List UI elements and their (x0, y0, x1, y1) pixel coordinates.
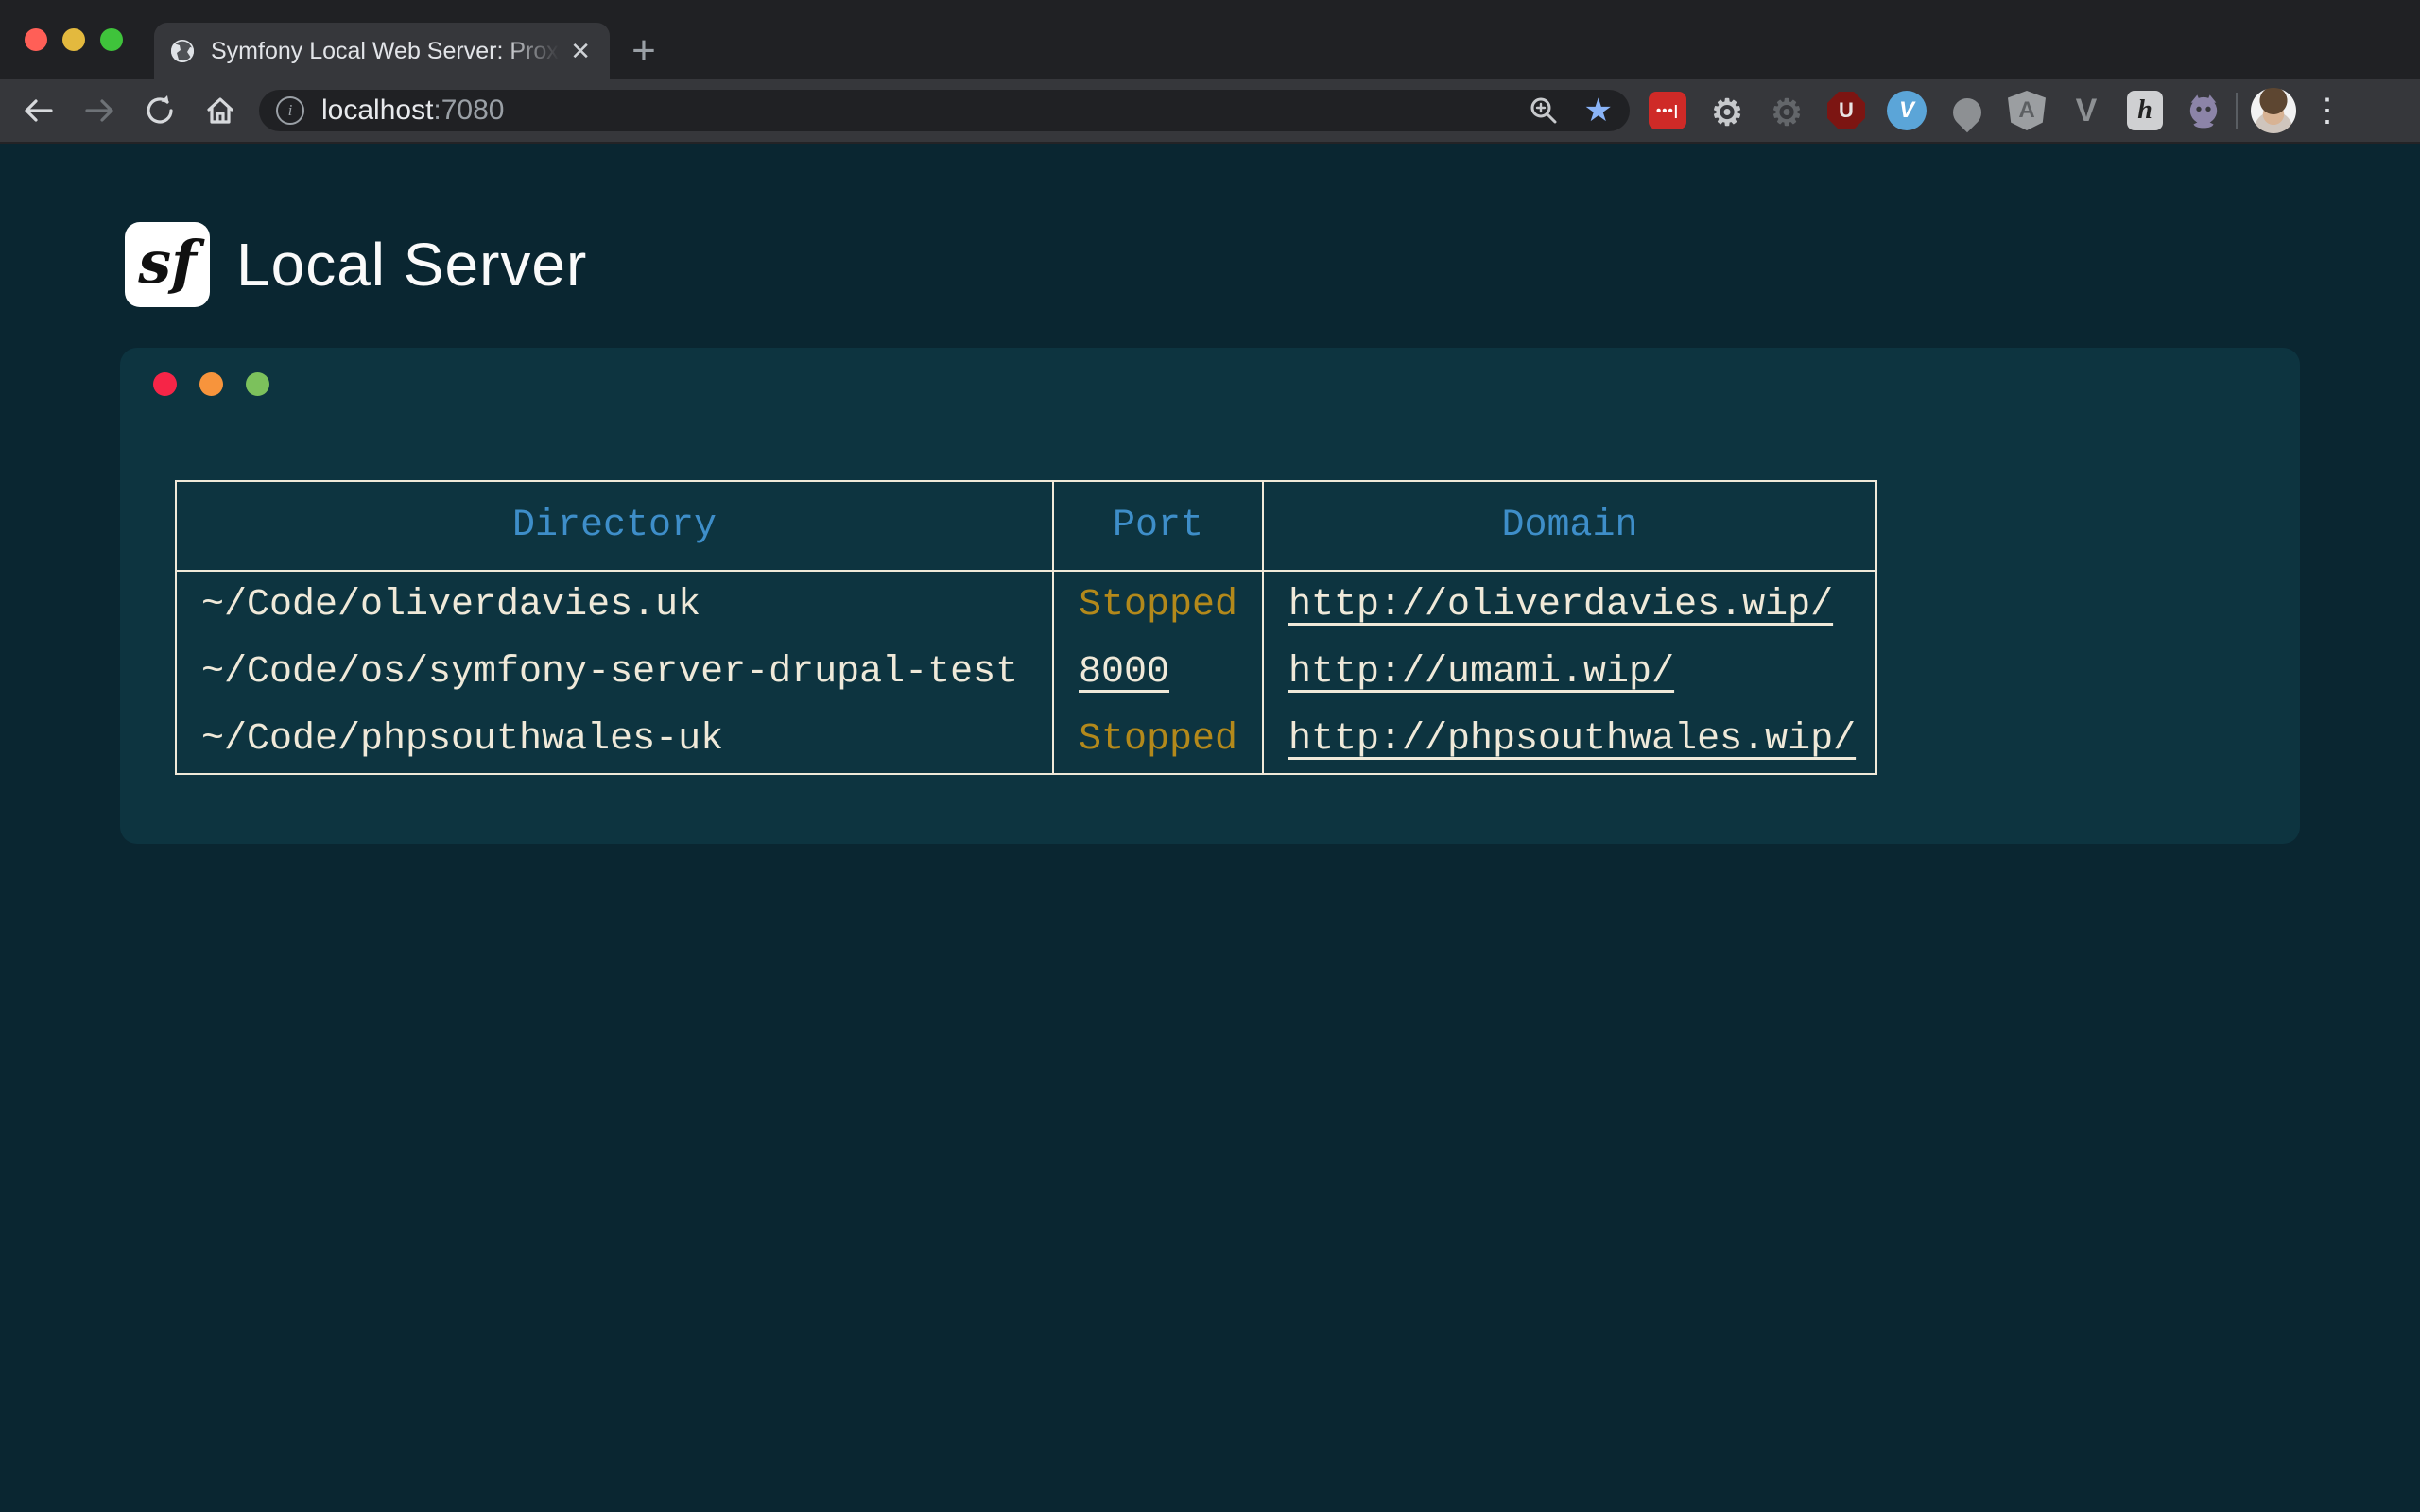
url-host: localhost (321, 94, 433, 126)
port-cell: Stopped (1053, 706, 1263, 774)
symfony-logo: sf (125, 222, 210, 307)
directory-cell: ~/Code/os/symfony-server-drupal-test (176, 639, 1053, 706)
gear-light-extension-icon[interactable]: ⚙ (1708, 92, 1746, 129)
home-button[interactable] (199, 89, 242, 132)
browser-toolbar: i localhost:7080 ★ •••| ⚙ ⚙ U V A V h (0, 79, 2420, 144)
terminal-dot-red (153, 372, 177, 396)
h-extension-icon[interactable]: h (2127, 91, 2163, 130)
reload-button[interactable] (138, 89, 182, 132)
port-cell: 8000 (1053, 639, 1263, 706)
vue-devtools-extension-icon[interactable]: V (2067, 92, 2105, 129)
url-port: :7080 (433, 94, 504, 126)
browser-window: Symfony Local Web Server: Prox ✕ + i loc… (0, 0, 2420, 1512)
domain-cell: http://umami.wip/ (1263, 639, 1876, 706)
octocat-icon (2185, 92, 2222, 129)
gear-dark-extension-icon[interactable]: ⚙ (1768, 92, 1806, 129)
new-tab-button[interactable]: + (619, 26, 668, 76)
forward-button[interactable] (78, 89, 121, 132)
domain-cell: http://phpsouthwales.wip/ (1263, 706, 1876, 774)
maximize-window-button[interactable] (100, 28, 123, 51)
password-manager-extension-icon[interactable]: •••| (1649, 92, 1686, 129)
domain-link[interactable]: http://umami.wip/ (1288, 651, 1674, 694)
close-window-button[interactable] (25, 28, 47, 51)
table-header-row: Directory Port Domain (176, 481, 1876, 571)
table-row: ~/Code/phpsouthwales-uk Stopped http://p… (176, 706, 1876, 774)
directory-cell: ~/Code/oliverdavies.uk (176, 571, 1053, 639)
domain-cell: http://oliverdavies.wip/ (1263, 571, 1876, 639)
header-directory: Directory (176, 481, 1053, 571)
vimium-extension-icon[interactable]: V (1887, 91, 1927, 130)
port-cell: Stopped (1053, 571, 1263, 639)
port-link[interactable]: 8000 (1079, 651, 1169, 694)
github-extension-icon[interactable] (2185, 92, 2222, 129)
terminal-panel: Directory Port Domain ~/Code/oliverdavie… (120, 348, 2300, 844)
site-info-icon[interactable]: i (276, 96, 304, 125)
browser-menu-icon[interactable]: ⋮ (2311, 94, 2343, 127)
brand-header: sf Local Server (125, 222, 587, 307)
servers-table: Directory Port Domain ~/Code/oliverdavie… (175, 480, 1877, 775)
extension-icons: •••| ⚙ ⚙ U V A V h (1649, 91, 2222, 130)
url-text[interactable]: localhost:7080 (321, 94, 504, 127)
terminal-window-dots (153, 372, 269, 396)
table-row: ~/Code/os/symfony-server-drupal-test 800… (176, 639, 1876, 706)
terminal-dot-green (246, 372, 269, 396)
drupal-drop-icon (1947, 93, 1987, 132)
symfony-sf-glyph: sf (138, 228, 197, 297)
page-content: sf Local Server Directory Port Domain (0, 144, 2420, 1512)
domain-link[interactable]: http://phpsouthwales.wip/ (1288, 718, 1856, 761)
table-row: ~/Code/oliverdavies.uk Stopped http://ol… (176, 571, 1876, 639)
tab-title: Symfony Local Web Server: Prox (211, 38, 566, 65)
globe-favicon-icon (169, 38, 196, 64)
toolbar-separator (2236, 93, 2238, 129)
bookmark-star-icon[interactable]: ★ (1584, 94, 1613, 127)
port-status: Stopped (1079, 718, 1237, 761)
ublock-origin-extension-icon[interactable]: U (1827, 92, 1865, 129)
minimize-window-button[interactable] (62, 28, 85, 51)
address-bar[interactable]: i localhost:7080 ★ (259, 90, 1630, 131)
header-port: Port (1053, 481, 1263, 571)
header-domain: Domain (1263, 481, 1876, 571)
tab-close-icon[interactable]: ✕ (566, 37, 595, 66)
window-controls (25, 28, 123, 51)
terminal-dot-orange (199, 372, 223, 396)
angular-extension-icon[interactable]: A (2008, 91, 2046, 130)
directory-cell: ~/Code/phpsouthwales-uk (176, 706, 1053, 774)
drupal-extension-icon[interactable] (1948, 92, 1986, 129)
domain-link[interactable]: http://oliverdavies.wip/ (1288, 584, 1833, 627)
profile-avatar[interactable] (2251, 88, 2296, 133)
back-button[interactable] (17, 89, 60, 132)
tab-strip: Symfony Local Web Server: Prox ✕ + (0, 0, 2420, 79)
port-status: Stopped (1079, 584, 1237, 627)
page-title: Local Server (236, 230, 587, 300)
zoom-icon[interactable] (1528, 94, 1560, 127)
browser-tab[interactable]: Symfony Local Web Server: Prox ✕ (154, 23, 610, 79)
